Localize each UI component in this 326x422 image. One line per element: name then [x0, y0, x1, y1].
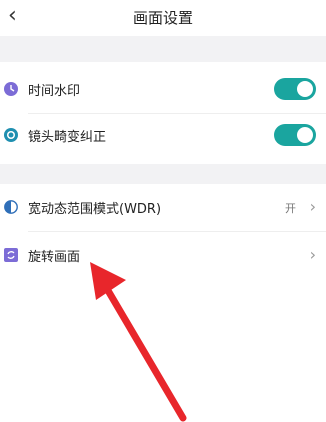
annotation-arrow-icon: [90, 262, 187, 422]
